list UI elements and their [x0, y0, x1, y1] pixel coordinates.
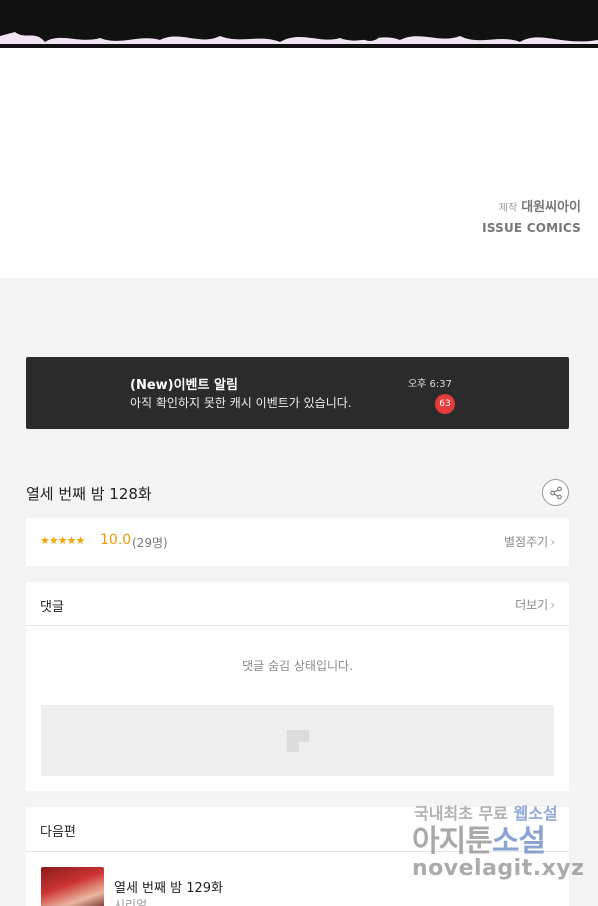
- publisher-name: ISSUE COMICS: [482, 221, 581, 235]
- next-section-title: 다음편: [40, 825, 76, 840]
- ad-placeholder[interactable]: [41, 705, 554, 776]
- watermark-url: novelagit.xyz: [412, 856, 585, 881]
- event-title: (New)이벤트 알림: [130, 378, 238, 393]
- chevron-right-icon: ›: [550, 535, 555, 549]
- comments-hidden-message: 댓글 숨김 상태입니다.: [242, 659, 353, 673]
- comic-panel-bottom: 제작 대원씨아이 ISSUE COMICS: [0, 0, 598, 278]
- event-message: 아직 확인하지 못한 캐시 이벤트가 있습니다.: [130, 396, 352, 410]
- share-icon: [549, 486, 562, 499]
- watermark-line2-b: 소설: [491, 824, 546, 859]
- watermark-line2: 아지툰소설: [412, 816, 546, 860]
- rating-count: (29명): [132, 536, 168, 550]
- next-episode-title[interactable]: 열세 번째 밤 129화: [114, 877, 223, 896]
- star-rating-icons: ★★★★★: [40, 534, 85, 547]
- chevron-right-icon: ›: [550, 598, 555, 612]
- event-time: 오후 6:37: [407, 379, 452, 390]
- episode-title: 열세 번째 밤 128화: [26, 485, 152, 503]
- comments-card: 댓글 더보기 › 댓글 숨김 상태입니다.: [26, 582, 569, 791]
- credit-block: 제작 대원씨아이 ISSUE COMICS: [482, 196, 581, 235]
- comic-artwork: [0, 0, 598, 48]
- studio-name: 대원씨아이: [521, 200, 581, 215]
- rating-card: ★★★★★ 10.0 (29명) 별점주기 ›: [26, 518, 569, 566]
- next-episode-thumbnail[interactable]: [41, 867, 104, 906]
- watermark-line2-a: 아지툰: [412, 824, 493, 859]
- production-label: 제작: [498, 203, 518, 214]
- comments-header: 댓글 더보기 ›: [26, 582, 569, 626]
- rate-button[interactable]: 별점주기 ›: [504, 533, 555, 550]
- event-count-badge: 63: [435, 394, 455, 414]
- share-button[interactable]: [542, 479, 569, 506]
- event-notification-banner[interactable]: (New)이벤트 알림 아직 확인하지 못한 캐시 이벤트가 있습니다. 오후 …: [26, 357, 569, 429]
- production-credit: 제작 대원씨아이: [482, 196, 581, 215]
- comments-title: 댓글: [40, 600, 64, 615]
- next-episode-genre: 시리얼: [114, 898, 148, 906]
- site-watermark: 국내최초 무료 웹소설 아지툰소설 novelagit.xyz: [410, 798, 598, 893]
- placeholder-icon: [287, 730, 309, 752]
- comments-more-button[interactable]: 더보기 ›: [515, 596, 555, 613]
- more-label: 더보기: [515, 598, 549, 612]
- rating-score: 10.0: [100, 532, 132, 548]
- rate-button-label: 별점주기: [504, 535, 549, 549]
